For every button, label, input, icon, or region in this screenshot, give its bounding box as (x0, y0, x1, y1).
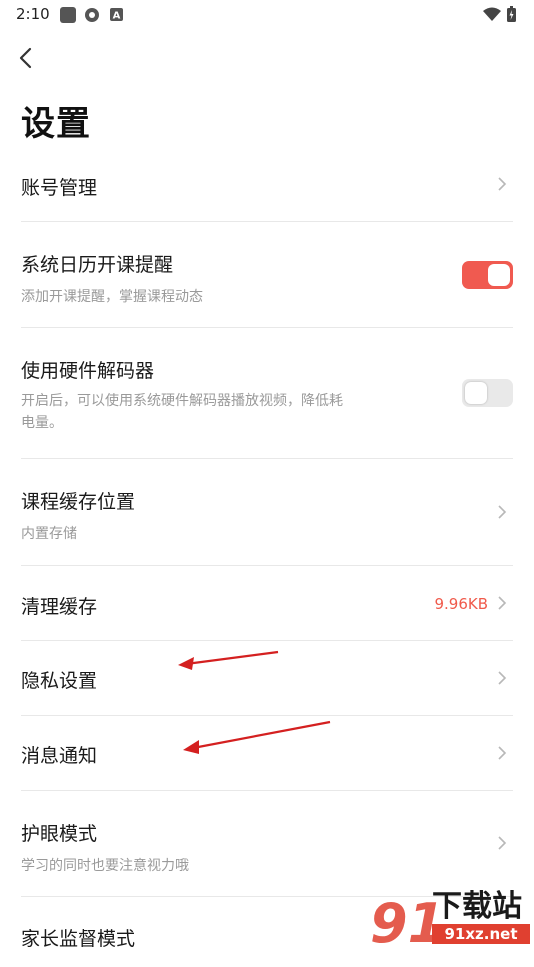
chevron-right-icon (498, 836, 507, 850)
row-subtitle-line: 电量。 (21, 415, 63, 431)
settings-list: 账号管理 系统日历开课提醒 添加开课提醒，掌握课程动态 使用硬件解码器 开启后，… (0, 148, 534, 967)
chevron-right-icon (498, 746, 507, 760)
hardware-decoder-toggle[interactable] (462, 379, 513, 407)
row-subtitle: 添加开课提醒，掌握课程动态 (21, 289, 203, 305)
wifi-icon (483, 7, 501, 21)
chevron-right-icon (498, 671, 507, 685)
chevron-right-icon (498, 505, 507, 519)
row-title: 隐私设置 (21, 670, 98, 692)
site-watermark-logo: 91 下载站 91xz.net (370, 889, 530, 950)
settings-item-cache-location[interactable]: 课程缓存位置 内置存储 (21, 459, 513, 566)
row-subtitle-line: 开启后，可以使用系统硬件解码器播放视频，降低耗 (21, 393, 343, 409)
row-subtitle: 开启后，可以使用系统硬件解码器播放视频，降低耗 电量。 (21, 390, 343, 434)
annotation-arrow-notifications (183, 720, 331, 754)
row-title: 账号管理 (21, 177, 98, 199)
chevron-right-icon (498, 177, 507, 191)
svg-text:A: A (113, 11, 121, 22)
cache-size-value: 9.96KB (434, 595, 488, 613)
row-title: 使用硬件解码器 (21, 360, 155, 382)
calendar-reminder-toggle[interactable] (462, 261, 513, 289)
settings-item-hardware-decoder[interactable]: 使用硬件解码器 开启后，可以使用系统硬件解码器播放视频，降低耗 电量。 (21, 328, 513, 459)
row-title: 消息通知 (21, 745, 98, 767)
row-title: 系统日历开课提醒 (21, 254, 174, 276)
page-title: 设置 (21, 104, 91, 144)
settings-item-calendar-reminder[interactable]: 系统日历开课提醒 添加开课提醒，掌握课程动态 (21, 222, 513, 328)
row-title: 护眼模式 (21, 823, 98, 845)
settings-item-account[interactable]: 账号管理 (21, 148, 513, 222)
back-button[interactable] (12, 44, 38, 72)
watermark-brand: 下载站 (432, 889, 522, 924)
chevron-right-icon (498, 596, 507, 610)
settings-item-clear-cache[interactable]: 清理缓存 9.96KB (21, 566, 513, 641)
row-subtitle: 内置存储 (21, 526, 77, 542)
status-bar: 2:10 A (0, 0, 534, 28)
battery-icon (507, 6, 516, 22)
keyboard-a-icon: A (110, 8, 123, 21)
row-title: 课程缓存位置 (21, 491, 136, 513)
app-notification-icon (60, 7, 76, 23)
annotation-arrow-privacy (178, 650, 279, 670)
back-arrow-icon (19, 47, 32, 69)
watermark-domain: 91xz.net (444, 925, 517, 943)
settings-gear-icon (85, 8, 99, 22)
row-title: 清理缓存 (21, 596, 98, 618)
status-time: 2:10 (16, 5, 50, 23)
row-subtitle: 学习的同时也要注意视力哦 (21, 858, 189, 874)
row-title: 家长监督模式 (21, 928, 136, 950)
toggle-knob (465, 382, 487, 404)
toggle-knob (488, 264, 510, 286)
